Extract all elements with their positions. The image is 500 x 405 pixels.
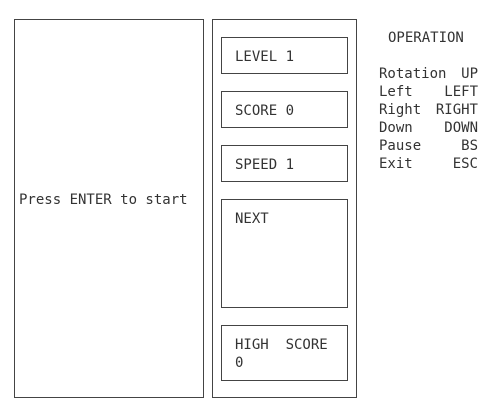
control-row-right: Right RIGHT xyxy=(379,101,478,119)
control-row-pause: Pause BS xyxy=(379,137,478,155)
control-action: Left xyxy=(379,84,413,100)
next-piece-box: NEXT xyxy=(221,199,348,308)
level-box: LEVEL 1 xyxy=(221,37,348,74)
level-label: LEVEL 1 xyxy=(235,49,295,65)
control-action: Exit xyxy=(379,156,413,172)
high-score-box: HIGH SCORE 0 xyxy=(221,325,348,381)
control-key: ESC xyxy=(452,156,478,172)
high-score-label: HIGH SCORE xyxy=(235,337,328,353)
score-label: SCORE 0 xyxy=(235,103,295,119)
control-key: UP xyxy=(461,66,478,82)
control-key: BS xyxy=(461,138,478,154)
info-panel: LEVEL 1 SCORE 0 SPEED 1 NEXT HIGH SCORE … xyxy=(212,19,357,398)
control-action: Down xyxy=(379,120,413,136)
high-score-text: HIGH SCORE 0 xyxy=(235,336,328,372)
high-score-value: 0 xyxy=(235,355,244,371)
control-row-rotation: Rotation UP xyxy=(379,65,478,83)
control-row-left: Left LEFT xyxy=(379,83,478,101)
control-key: RIGHT xyxy=(435,102,478,118)
operation-title: OPERATION xyxy=(388,30,464,46)
game-board[interactable]: Press ENTER to start xyxy=(14,19,204,398)
control-key: DOWN xyxy=(444,120,478,136)
control-row-down: Down DOWN xyxy=(379,119,478,137)
score-box: SCORE 0 xyxy=(221,91,348,128)
control-action: Rotation xyxy=(379,66,447,82)
speed-box: SPEED 1 xyxy=(221,145,348,182)
control-action: Pause xyxy=(379,138,422,154)
start-prompt: Press ENTER to start xyxy=(19,192,188,208)
control-key: LEFT xyxy=(444,84,478,100)
next-label: NEXT xyxy=(235,211,269,227)
speed-label: SPEED 1 xyxy=(235,157,295,173)
control-row-exit: Exit ESC xyxy=(379,155,478,173)
control-action: Right xyxy=(379,102,422,118)
